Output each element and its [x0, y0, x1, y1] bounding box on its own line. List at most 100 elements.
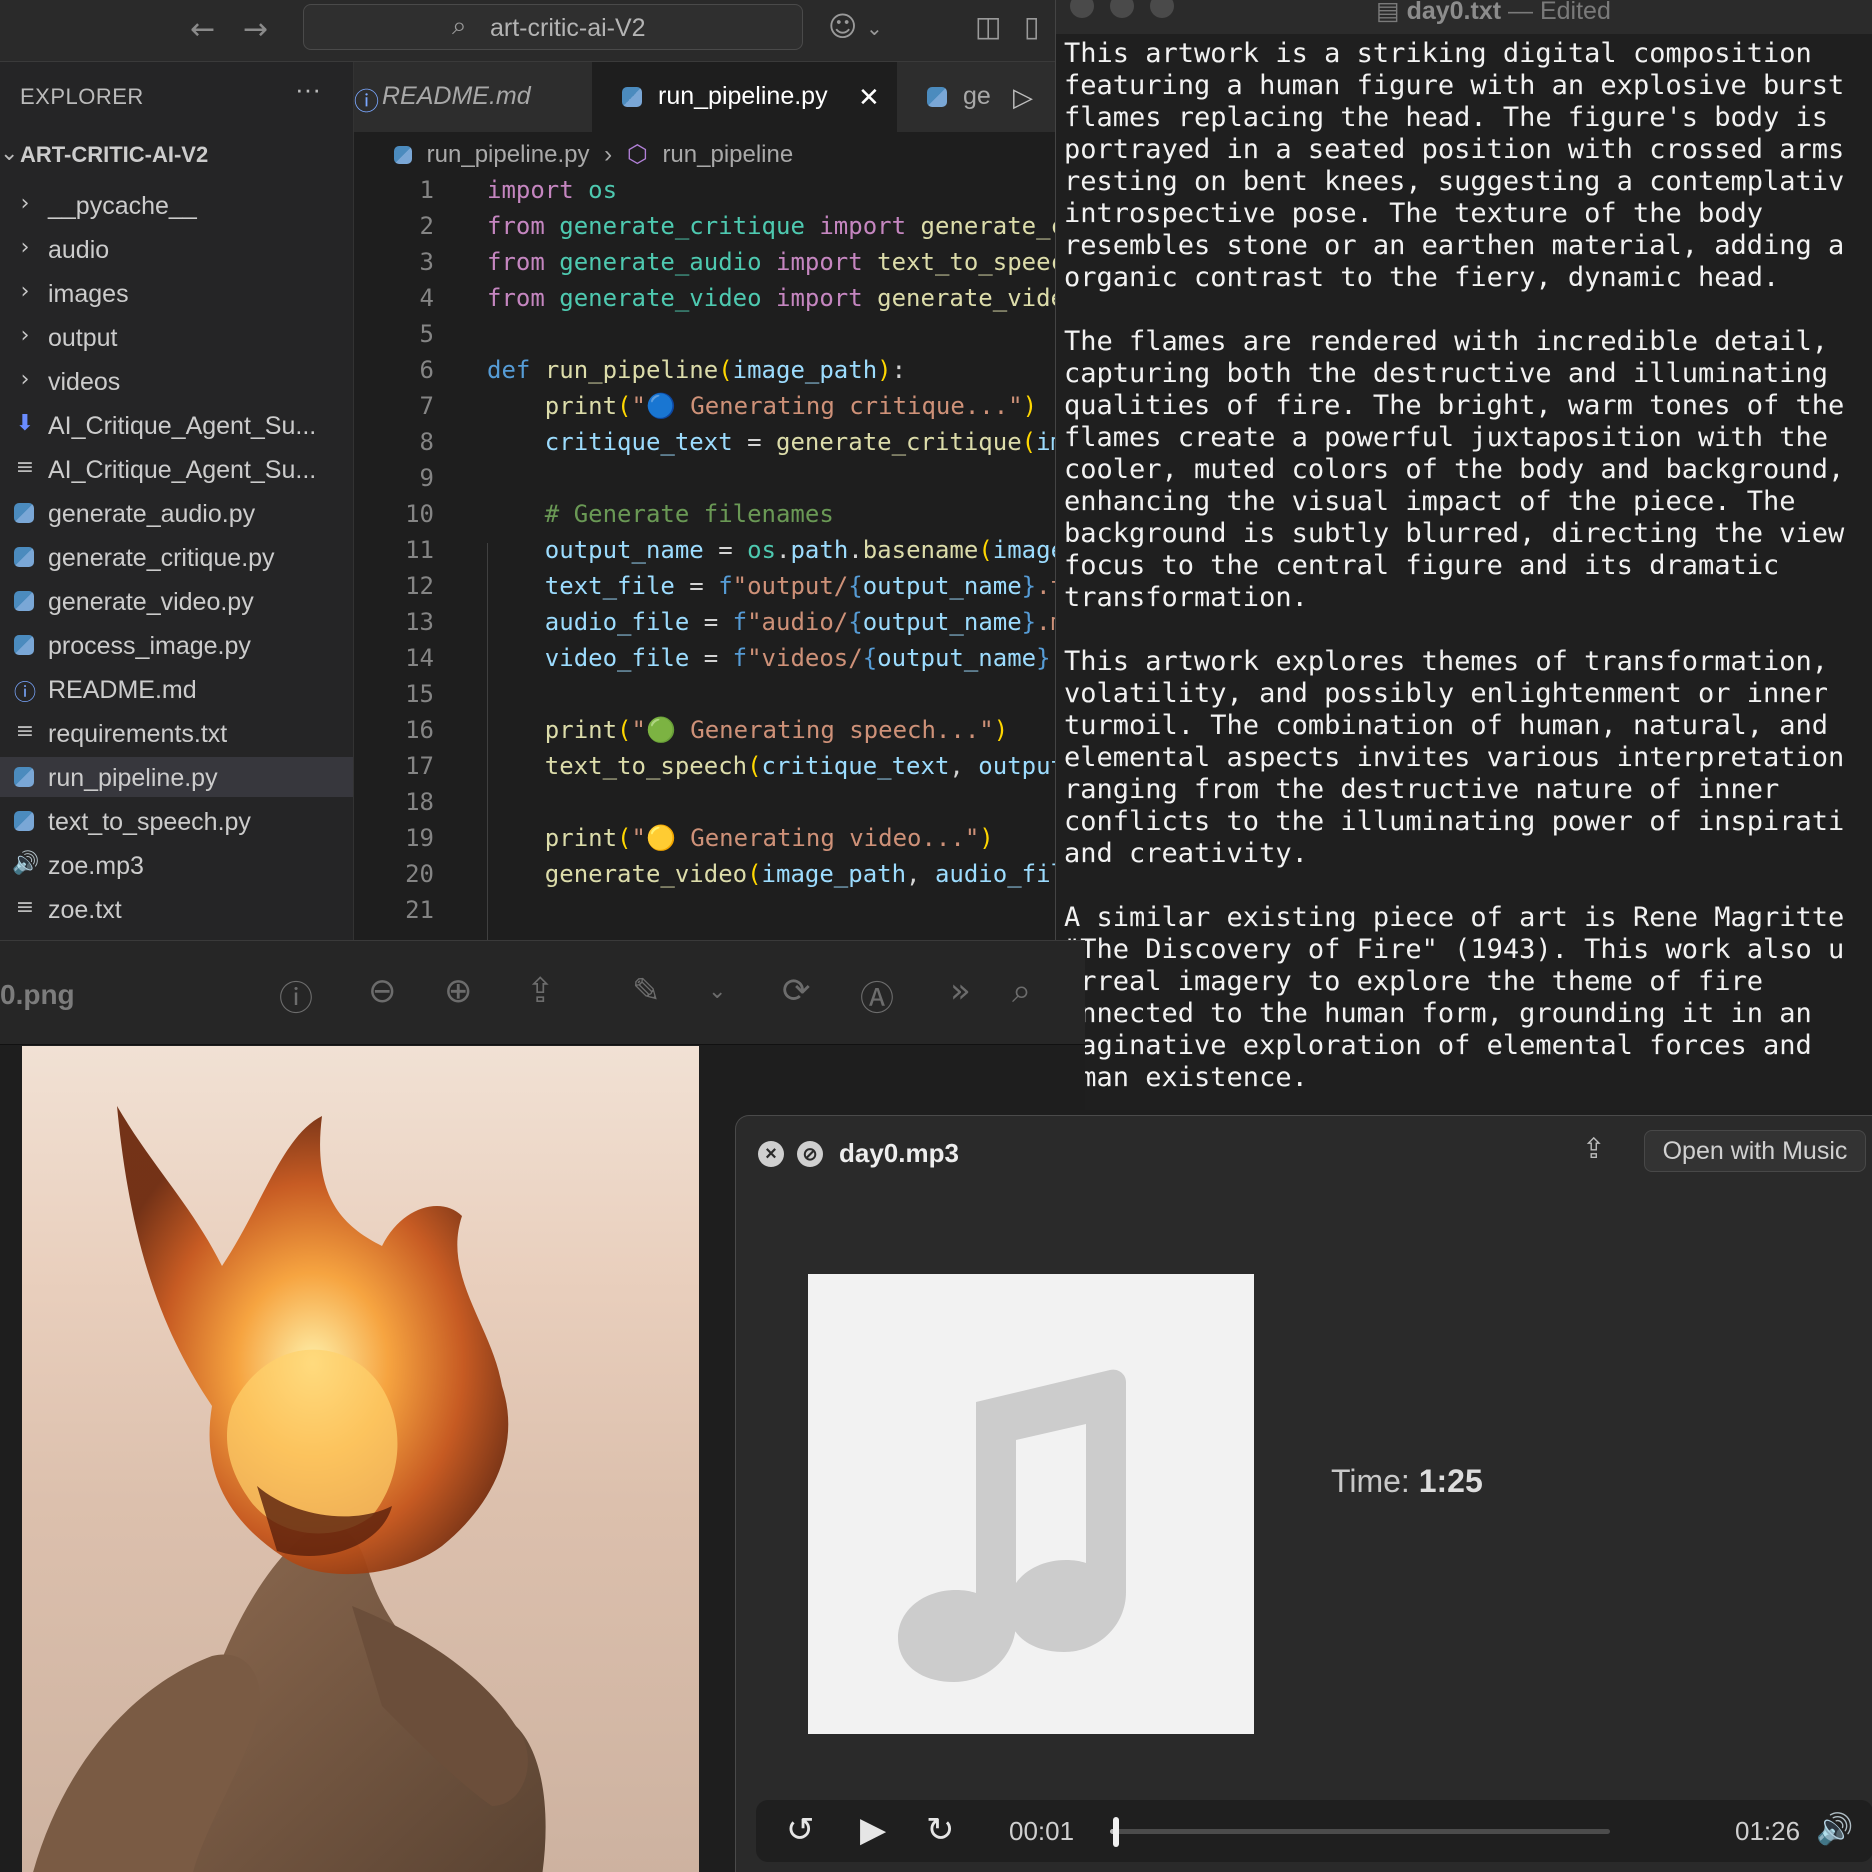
scrubber-thumb[interactable]: [1113, 1817, 1119, 1847]
code-line[interactable]: 21: [354, 896, 1060, 932]
code-line[interactable]: 1 import os: [354, 176, 1060, 212]
tab-label: ge: [963, 82, 991, 110]
stop-icon[interactable]: ⊘: [797, 1141, 823, 1167]
album-artwork: [808, 1274, 1254, 1734]
code-line[interactable]: 10 # Generate filenames: [354, 500, 1060, 536]
file-item[interactable]: ≡ requirements.txt: [0, 713, 353, 753]
file-item[interactable]: 🔊 zoe.mp3: [0, 845, 353, 885]
volume-icon[interactable]: 🔊: [1816, 1812, 1853, 1847]
chevron-down-icon[interactable]: ⌄: [0, 140, 18, 166]
skip-back-15-icon[interactable]: ↺: [786, 1810, 815, 1850]
code-text: video_file = f"videos/{output_name}.mp4": [487, 644, 1060, 672]
share-icon[interactable]: ⇪: [1582, 1132, 1605, 1165]
zoom-out-icon[interactable]: ⊖: [368, 971, 397, 1011]
document-line: maginative exploration of elemental forc…: [1064, 1030, 1812, 1061]
document-text[interactable]: This artwork is a striking digital compo…: [1064, 38, 1872, 1094]
info-icon[interactable]: ⓘ: [279, 971, 313, 1020]
code-line[interactable]: 11 output_name = os.path.basename(image_…: [354, 536, 1060, 572]
close-window-icon[interactable]: [1070, 0, 1094, 18]
line-number: 2: [419, 212, 434, 240]
code-line[interactable]: 6 def run_pipeline(image_path):: [354, 356, 1060, 392]
file-item[interactable]: › audio: [0, 229, 353, 269]
file-item[interactable]: › videos: [0, 361, 353, 401]
more-icon[interactable]: »: [950, 971, 971, 1011]
document-status: — Edited: [1508, 0, 1611, 25]
code-line[interactable]: 8 critique_text = generate_critique(imag…: [354, 428, 1060, 464]
code-line[interactable]: 3 from generate_audio import text_to_spee…: [354, 248, 1060, 284]
document-line: featuring a human figure with an explosi…: [1064, 70, 1845, 101]
file-item[interactable]: run_pipeline.py: [0, 757, 353, 797]
file-item[interactable]: text_to_speech.py: [0, 801, 353, 841]
skip-forward-15-icon[interactable]: ↻: [926, 1810, 955, 1850]
search-icon[interactable]: ⌕: [1012, 971, 1031, 1011]
file-item[interactable]: ≡ AI_Critique_Agent_Su...: [0, 449, 353, 489]
code-text: print("🔵 Generating critique..."): [487, 392, 1037, 420]
line-number: 11: [405, 536, 434, 564]
file-item[interactable]: › __pycache__: [0, 185, 353, 225]
tab-generate[interactable]: ge ▷: [897, 62, 1060, 132]
play-icon[interactable]: ▶: [860, 1810, 886, 1850]
editor-tabs: ⓘ README.md run_pipeline.py ✕ ge ▷: [354, 62, 1060, 132]
tab-run-pipeline[interactable]: run_pipeline.py ✕: [592, 62, 897, 132]
code-token: generate_critique: [559, 212, 805, 240]
close-icon[interactable]: ✕: [858, 82, 880, 113]
toggle-sidebar-icon[interactable]: ▯: [1024, 10, 1039, 43]
code-token: audio_file: [544, 608, 690, 636]
zoom-in-icon[interactable]: ⊕: [444, 971, 473, 1011]
file-item[interactable]: › images: [0, 273, 353, 313]
code-token: from: [487, 212, 545, 240]
chevron-down-icon[interactable]: ⌄: [708, 979, 726, 1004]
tab-readme[interactable]: ⓘ README.md: [354, 62, 592, 132]
chevron-down-icon[interactable]: ⌄: [866, 16, 883, 40]
share-icon[interactable]: ⇪: [526, 971, 555, 1011]
file-item[interactable]: generate_audio.py: [0, 493, 353, 533]
markup-pen-icon[interactable]: ✎: [632, 971, 661, 1011]
scrubber[interactable]: [1110, 1817, 1610, 1847]
file-item[interactable]: generate_video.py: [0, 581, 353, 621]
file-item[interactable]: ≡ zoe.txt: [0, 889, 353, 929]
layout-icon[interactable]: ◫: [975, 10, 1001, 43]
code-line[interactable]: 20 generate_video(image_path, audio_file…: [354, 860, 1060, 896]
code-line[interactable]: 2 from generate_critique import generate_…: [354, 212, 1060, 248]
breadcrumb-file[interactable]: run_pipeline.py: [427, 141, 590, 168]
code-line[interactable]: 15: [354, 680, 1060, 716]
project-title[interactable]: ART-CRITIC-AI-V2: [20, 142, 208, 168]
markup-icon[interactable]: Ⓐ: [860, 971, 894, 1020]
open-with-music-button[interactable]: Open with Music: [1644, 1130, 1866, 1172]
file-item[interactable]: process_image.py: [0, 625, 353, 665]
minimize-window-icon[interactable]: [1110, 0, 1134, 18]
file-item[interactable]: › output: [0, 317, 353, 357]
run-icon[interactable]: ▷: [1013, 82, 1033, 113]
back-arrow-icon[interactable]: ←: [190, 12, 215, 47]
copilot-icon[interactable]: ☺: [828, 10, 857, 43]
text-file-icon: ≡: [15, 455, 35, 480]
code-line[interactable]: 19 print("🟡 Generating video..."): [354, 824, 1060, 860]
file-item[interactable]: ⓘ README.md: [0, 669, 353, 709]
code-line[interactable]: 7 print("🔵 Generating critique..."): [354, 392, 1060, 428]
python-icon: [14, 547, 34, 567]
code-line[interactable]: 14 video_file = f"videos/{output_name}.m…: [354, 644, 1060, 680]
file-item[interactable]: generate_critique.py: [0, 537, 353, 577]
code-line[interactable]: 9: [354, 464, 1060, 500]
document-line: The flames are rendered with incredible …: [1064, 326, 1829, 357]
rotate-icon[interactable]: ⟳: [782, 971, 811, 1011]
code-line[interactable]: 4 from generate_video import generate_vid…: [354, 284, 1060, 320]
zoom-window-icon[interactable]: [1150, 0, 1174, 18]
code-line[interactable]: 12 text_file = f"output/{output_name}.tx…: [354, 572, 1060, 608]
breadcrumb-symbol[interactable]: run_pipeline: [662, 141, 793, 168]
code-line[interactable]: 18: [354, 788, 1060, 824]
close-icon[interactable]: ×: [758, 1141, 784, 1167]
document-line: volatility, and possibly enlightenment o…: [1064, 678, 1829, 709]
file-item[interactable]: ⬇ AI_Critique_Agent_Su...: [0, 405, 353, 445]
code-line[interactable]: 13 audio_file = f"audio/{output_name}.mp…: [354, 608, 1060, 644]
code-line[interactable]: 17 text_to_speech(critique_text, output_…: [354, 752, 1060, 788]
code-line[interactable]: 16 print("🟢 Generating speech..."): [354, 716, 1060, 752]
forward-arrow-icon[interactable]: →: [243, 12, 268, 47]
code-editor[interactable]: 1 import os 2 from generate_critique import…: [354, 176, 1060, 945]
more-actions-icon[interactable]: ···: [295, 74, 321, 105]
line-number: 14: [405, 644, 434, 672]
command-center-search[interactable]: ⌕ art-critic-ai-V2: [303, 4, 803, 50]
code-line[interactable]: 5: [354, 320, 1060, 356]
